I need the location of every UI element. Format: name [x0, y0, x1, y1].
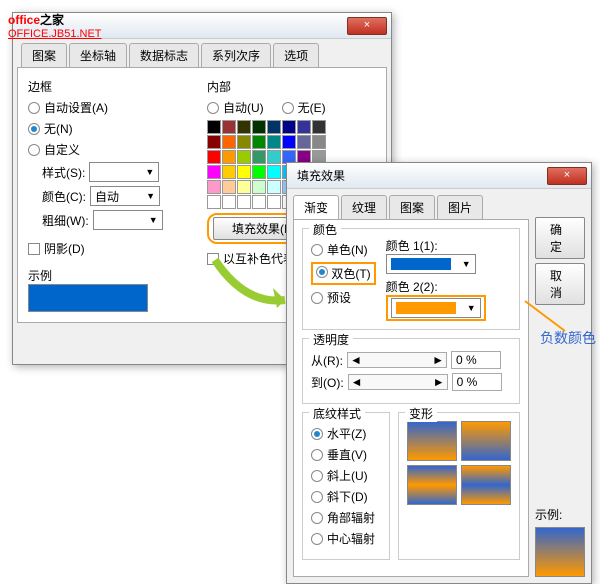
tab-pattern[interactable]: 图案: [21, 43, 67, 67]
style-select[interactable]: ▼: [89, 162, 159, 182]
color2-select[interactable]: ▼: [391, 298, 481, 318]
radio-auto[interactable]: [28, 102, 40, 114]
color1-select[interactable]: ▼: [386, 254, 476, 274]
tab-pattern2[interactable]: 图案: [389, 195, 435, 219]
watermark-url: OFFICE.JB51.NET: [8, 28, 102, 40]
arrow-icon: [205, 250, 305, 320]
tab-strip: 图案 坐标轴 数据标志 系列次序 选项: [13, 39, 391, 67]
from-slider[interactable]: ◄►: [347, 352, 447, 368]
radio-none[interactable]: [28, 123, 40, 135]
radio-preset[interactable]: [311, 292, 323, 304]
tab-gradient[interactable]: 渐变: [293, 195, 339, 219]
radio-inner-none[interactable]: [282, 102, 294, 114]
label-one: 单色(N): [327, 241, 368, 258]
variant-grid[interactable]: [407, 421, 511, 505]
radio-two-color[interactable]: [316, 266, 328, 278]
sample-gradient: [535, 527, 585, 577]
two-color-highlight: 双色(T): [311, 262, 376, 285]
sample-swatch: [28, 284, 148, 312]
to-spin[interactable]: 0 %: [452, 373, 502, 391]
color-select[interactable]: 自动▼: [90, 186, 160, 206]
sample-label: 示例:: [535, 506, 585, 523]
color1-label: 颜色 1(1):: [386, 237, 486, 254]
radio-vert[interactable]: [311, 449, 323, 461]
color2-highlight: ▼: [386, 295, 486, 321]
label-corner: 角部辐射: [327, 509, 375, 526]
label-diagdn: 斜下(D): [327, 488, 368, 505]
variants-title: 变形: [405, 405, 437, 422]
dialog-title: 填充效果: [291, 167, 345, 184]
inner-title: 内部: [207, 78, 376, 95]
tab-options[interactable]: 选项: [273, 43, 319, 67]
label-horiz: 水平(Z): [327, 425, 366, 442]
color2-label: 颜色 2(2):: [386, 278, 486, 295]
tab-texture[interactable]: 纹理: [341, 195, 387, 219]
radio-horiz[interactable]: [311, 428, 323, 440]
radio-inner-auto[interactable]: [207, 102, 219, 114]
from-label: 从(R):: [311, 352, 343, 369]
to-slider[interactable]: ◄►: [348, 374, 448, 390]
weight-label: 粗细(W):: [42, 212, 89, 229]
radio-diagdn[interactable]: [311, 491, 323, 503]
label-custom: 自定义: [44, 141, 80, 158]
variants-group: 变形: [398, 412, 520, 560]
label-inner-auto: 自动(U): [223, 99, 264, 116]
transparency-group: 透明度 从(R):◄►0 % 到(O):◄►0 %: [302, 338, 520, 404]
sample-title: 示例: [28, 267, 197, 284]
tab-labels[interactable]: 数据标志: [129, 43, 199, 67]
trans-title: 透明度: [309, 331, 353, 348]
border-title: 边框: [28, 78, 197, 95]
ok-button-2[interactable]: 确定: [535, 217, 585, 259]
color-group-title: 颜色: [309, 221, 341, 238]
label-preset: 预设: [327, 289, 351, 306]
radio-corner[interactable]: [311, 512, 323, 524]
shadow-label: 阴影(D): [44, 240, 85, 257]
radio-diagup[interactable]: [311, 470, 323, 482]
close-icon-2[interactable]: ×: [547, 167, 587, 185]
label-center: 中心辐射: [327, 530, 375, 547]
radio-custom[interactable]: [28, 144, 40, 156]
annotation-neg-color: 负数颜色: [540, 328, 596, 348]
radio-center[interactable]: [311, 533, 323, 545]
label-none: 无(N): [44, 120, 73, 137]
fill-effects-dialog: 填充效果 × 渐变 纹理 图案 图片 颜色 单色(N): [286, 162, 592, 584]
watermark: office之家: [8, 4, 64, 30]
shading-group: 底纹样式 水平(Z) 垂直(V) 斜上(U) 斜下(D) 角部辐射 中心辐射: [302, 412, 390, 560]
label-two: 双色(T): [331, 267, 370, 281]
label-diagup: 斜上(U): [327, 467, 368, 484]
shading-title: 底纹样式: [309, 405, 365, 422]
titlebar-2: 填充效果 ×: [287, 163, 591, 189]
tab-picture[interactable]: 图片: [437, 195, 483, 219]
to-label: 到(O):: [311, 374, 344, 391]
radio-one-color[interactable]: [311, 244, 323, 256]
tab-order[interactable]: 系列次序: [201, 43, 271, 67]
weight-select[interactable]: ▼: [93, 210, 163, 230]
tab-axis[interactable]: 坐标轴: [69, 43, 127, 67]
from-spin[interactable]: 0 %: [451, 351, 501, 369]
close-icon[interactable]: ×: [347, 17, 387, 35]
tab-strip-2: 渐变 纹理 图案 图片: [293, 195, 529, 219]
color-group: 颜色 单色(N) 双色(T) 预设 颜色 1(1): ▼ 颜色 2(2):: [302, 228, 520, 330]
label-auto: 自动设置(A): [44, 99, 108, 116]
shadow-checkbox[interactable]: [28, 243, 40, 255]
label-inner-none: 无(E): [298, 99, 326, 116]
label-vert: 垂直(V): [327, 446, 367, 463]
color-label: 颜色(C):: [42, 188, 86, 205]
border-group: 边框 自动设置(A) 无(N) 自定义 样式(S):▼ 颜色(C):自动▼ 粗细…: [28, 78, 197, 230]
style-label: 样式(S):: [42, 164, 85, 181]
